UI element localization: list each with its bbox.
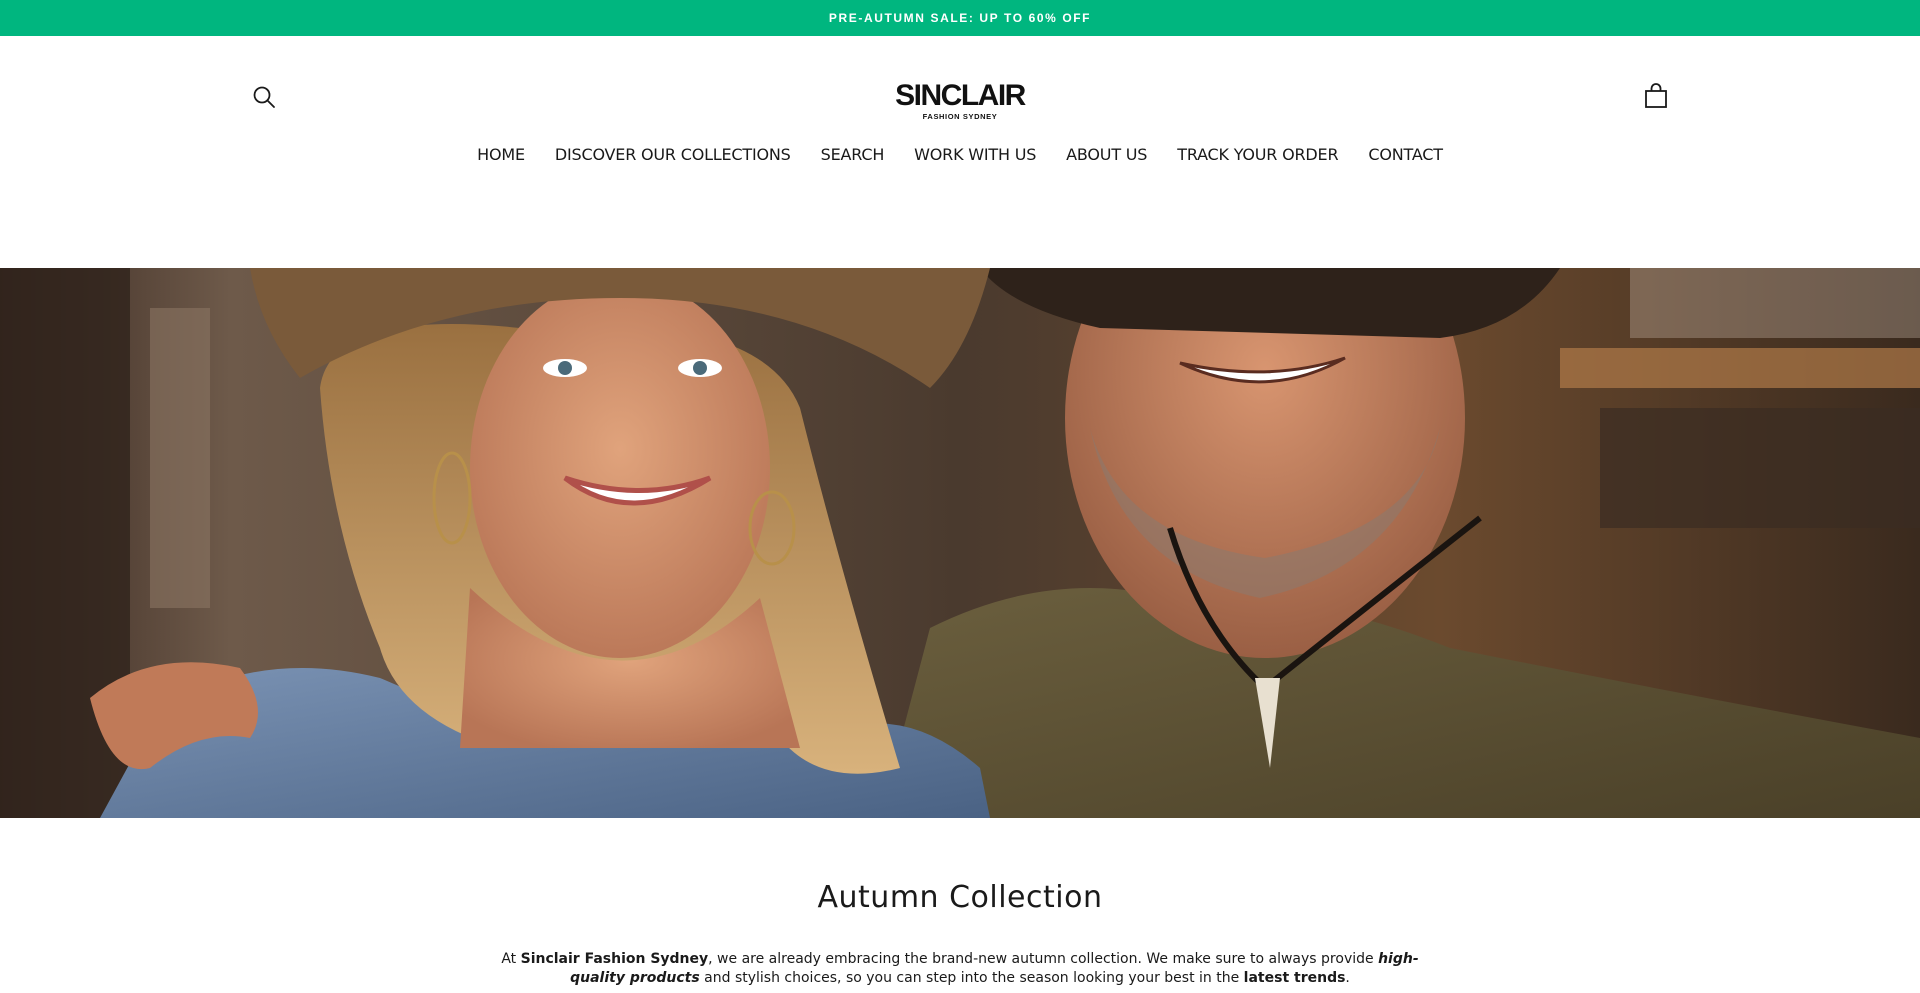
nav-item-search[interactable]: SEARCH [821, 145, 885, 164]
collection-description: At Sinclair Fashion Sydney, we are alrea… [0, 950, 1920, 988]
text-fragment: , we are already embracing the brand-new… [708, 951, 1379, 967]
nav-item-home[interactable]: HOME [477, 145, 525, 164]
nav-item-work-with-us[interactable]: WORK WITH US [914, 145, 1036, 164]
text-fragment: . [1345, 970, 1350, 986]
main-navigation: HOME DISCOVER OUR COLLECTIONS SEARCH WOR… [0, 140, 1920, 168]
text-fragment: and stylish choices, so you can step int… [699, 970, 1244, 986]
description-line-1: At Sinclair Fashion Sydney, we are alrea… [0, 950, 1920, 969]
cart-button[interactable] [1641, 81, 1671, 111]
collection-section: Autumn Collection [0, 880, 1920, 915]
emphasis-text: high- [1378, 951, 1419, 967]
site-logo[interactable]: SINCLAIR FASHION SYDNEY [860, 80, 1060, 122]
nav-item-contact[interactable]: CONTACT [1368, 145, 1443, 164]
brand-name: Sinclair Fashion Sydney [520, 951, 709, 967]
logo-tagline: FASHION SYDNEY [922, 112, 998, 121]
nav-item-track-order[interactable]: TRACK YOUR ORDER [1177, 145, 1338, 164]
logo-name: SINCLAIR [895, 79, 1026, 112]
nav-item-about-us[interactable]: ABOUT US [1066, 145, 1147, 164]
nav-item-collections[interactable]: DISCOVER OUR COLLECTIONS [555, 145, 791, 164]
emphasis-text: quality products [570, 970, 700, 986]
emphasis-text: latest trends [1243, 970, 1346, 986]
shopping-bag-icon [1645, 83, 1667, 108]
hero-banner-image [0, 268, 1920, 818]
text-fragment: At [501, 951, 521, 967]
announcement-text: PRE-AUTUMN SALE: UP TO 60% OFF [828, 11, 1092, 25]
announcement-bar: PRE-AUTUMN SALE: UP TO 60% OFF [0, 0, 1920, 36]
description-line-2: quality products and stylish choices, so… [0, 969, 1920, 988]
collection-title: Autumn Collection [817, 880, 1103, 915]
search-icon [253, 86, 275, 108]
search-button[interactable] [249, 82, 279, 112]
